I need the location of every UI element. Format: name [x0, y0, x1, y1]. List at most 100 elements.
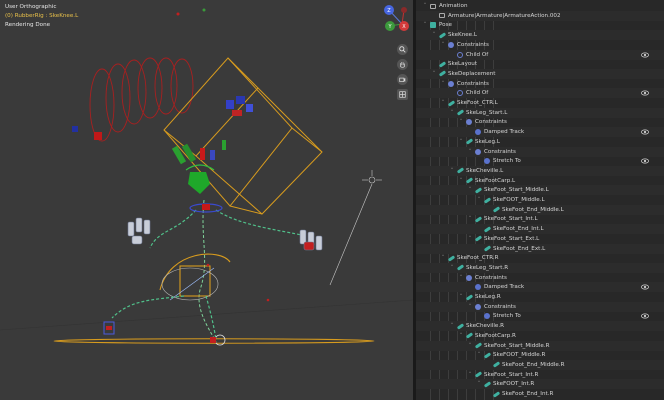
- outliner-row[interactable]: Damped Track: [416, 127, 664, 138]
- visibility-eye-icon[interactable]: [641, 51, 649, 59]
- expand-toggle-icon[interactable]: ˅: [476, 381, 482, 387]
- visibility-eye-icon[interactable]: [641, 283, 649, 291]
- outliner-row[interactable]: SkeFoot_End_Int.L: [416, 224, 664, 235]
- outliner-row[interactable]: SkeFoot_End_Ext.L: [416, 243, 664, 254]
- outliner-row-label: SkeFoot_Start_Int.R: [484, 371, 539, 378]
- axis-gizmo[interactable]: Z Y X: [384, 5, 409, 31]
- outliner-row[interactable]: ˅ SkeFoot_CTR.L: [416, 98, 664, 108]
- expand-toggle-icon[interactable]: ˅: [422, 3, 428, 9]
- expand-toggle-icon[interactable]: ˅: [431, 32, 437, 38]
- outliner-row[interactable]: SkeFoot_End_Int.R: [416, 389, 664, 399]
- expand-toggle-icon[interactable]: ˅: [458, 119, 464, 125]
- outliner-row[interactable]: ˅ SkeFoot_Start_Middle.L: [416, 185, 664, 196]
- expand-toggle-icon[interactable]: ˅: [449, 168, 455, 174]
- outliner-row[interactable]: ˅ Constraints: [416, 117, 664, 127]
- viewport-mode-label: User Orthographic: [5, 4, 57, 10]
- outliner-row[interactable]: Child Of: [416, 49, 664, 60]
- visibility-eye-icon[interactable]: [641, 312, 649, 320]
- outliner-row[interactable]: ˅ SkeFOOT_Middle.L: [416, 195, 664, 205]
- outliner-row[interactable]: ˅ Constraints: [416, 273, 664, 283]
- camera-icon[interactable]: [397, 74, 408, 85]
- expand-toggle-icon[interactable]: ˅: [467, 149, 473, 155]
- expand-toggle-icon[interactable]: ˅: [431, 71, 437, 77]
- outliner-row[interactable]: ˅ SkeFOOT_Middle.R: [416, 350, 664, 360]
- expand-toggle-icon[interactable]: ˅: [449, 323, 455, 329]
- outliner-row-label: Stretch To: [493, 158, 521, 165]
- expand-toggle-icon[interactable]: ˅: [458, 178, 464, 184]
- hand-pan-icon[interactable]: [397, 59, 408, 70]
- expand-toggle-icon[interactable]: ˅: [440, 100, 446, 106]
- expand-toggle-icon[interactable]: ˅: [467, 372, 473, 378]
- outliner-row[interactable]: ˅ SkeFoot_Start_Ext.L: [416, 234, 664, 244]
- outliner-row[interactable]: ˅ SkeFoot_Start_Int.L: [416, 214, 664, 224]
- outliner-row[interactable]: ˅ SkeKnee.L: [416, 30, 664, 41]
- expand-toggle-icon[interactable]: ˅: [467, 187, 473, 193]
- outliner-row[interactable]: ˅ Constraints: [416, 79, 664, 89]
- expand-toggle-icon[interactable]: ˅: [458, 275, 464, 281]
- grid-view-icon[interactable]: [397, 89, 408, 100]
- expand-toggle-icon[interactable]: ˅: [476, 352, 482, 358]
- pelvis-control[interactable]: [159, 253, 231, 301]
- outliner-row[interactable]: ˅ SkeFoot_Start_Int.R: [416, 370, 664, 380]
- expand-toggle-icon[interactable]: ˅: [467, 216, 473, 222]
- visibility-eye-icon[interactable]: [641, 157, 649, 165]
- expand-toggle-icon[interactable]: ˅: [467, 343, 473, 349]
- outliner-row[interactable]: Damped Track: [416, 282, 664, 293]
- selected-cube[interactable]: [163, 57, 323, 215]
- outliner-row[interactable]: ˅ Constraints: [416, 40, 664, 50]
- red-spiral-circles: [89, 57, 194, 142]
- outliner-row[interactable]: Stretch To: [416, 311, 664, 321]
- outliner-row-label: SkeFoot_Start_Middle.R: [484, 342, 550, 349]
- 3d-viewport[interactable]: Z Y X User Orthographic (0) RubberRig : …: [0, 0, 413, 400]
- viewport-scene[interactable]: Z Y X: [0, 0, 413, 400]
- outliner-row[interactable]: Child Of: [416, 88, 664, 99]
- zoom-icon[interactable]: [397, 44, 408, 55]
- expand-toggle-icon[interactable]: ˅: [458, 294, 464, 300]
- outliner-row[interactable]: ˅ Pose: [416, 20, 664, 30]
- outliner-row[interactable]: SkeLayout: [416, 59, 664, 69]
- expand-toggle-icon[interactable]: ˅: [467, 236, 473, 242]
- outliner-row-label: Constraints: [457, 41, 489, 48]
- outliner-row[interactable]: Armature|Armature|ArmatureAction.002: [416, 10, 664, 21]
- outliner-row[interactable]: SkeFoot_End_Middle.R: [416, 359, 664, 370]
- expand-toggle-icon[interactable]: ˅: [422, 22, 428, 28]
- outliner-row[interactable]: ˅ SkeLeg_Start.R: [416, 262, 664, 273]
- outliner-row[interactable]: ˅ Constraints: [416, 301, 664, 312]
- outliner-row[interactable]: ˅ SkeFoot_Start_Middle.R: [416, 340, 664, 351]
- outliner-row-label: SkeFoot_CTR.L: [457, 100, 498, 106]
- expand-toggle-icon[interactable]: ˅: [467, 304, 473, 310]
- expand-toggle-icon[interactable]: ˅: [449, 110, 455, 116]
- expand-toggle-icon[interactable]: ˅: [458, 139, 464, 145]
- outliner-row[interactable]: ˅ SkeCheville.L: [416, 165, 664, 176]
- outliner-row[interactable]: ˅ Animation: [416, 1, 664, 11]
- outliner-row[interactable]: ˅ SkeLeg.L: [416, 137, 664, 147]
- expand-toggle-icon[interactable]: ˅: [449, 265, 455, 271]
- visibility-eye-icon[interactable]: [641, 128, 649, 136]
- active-object-label: (0) RubberRig : SkeKnee.L: [5, 13, 79, 19]
- outliner-row[interactable]: ˅ Constraints: [416, 146, 664, 157]
- gizmo-neg-x[interactable]: [401, 7, 407, 13]
- expand-toggle-icon[interactable]: ˅: [440, 42, 446, 48]
- outliner-row-label: SkeFoot_End_Int.L: [493, 226, 544, 233]
- outliner-row[interactable]: ˅ SkeFootCarp.L: [416, 176, 664, 186]
- expand-toggle-icon[interactable]: ˅: [458, 333, 464, 339]
- outliner-row[interactable]: SkeFoot_End_Middle.L: [416, 204, 664, 215]
- outliner-row-label: Damped Track: [484, 284, 525, 291]
- outliner-row[interactable]: ˅ SkeCheville.R: [416, 321, 664, 332]
- outliner-row[interactable]: ˅ SkeFoot_CTR.R: [416, 253, 664, 263]
- outliner-row[interactable]: ˅ SkeLeg_Start.L: [416, 107, 664, 118]
- outliner-row[interactable]: ˅ SkeFOOT_Int.R: [416, 379, 664, 390]
- left-hand: [127, 217, 151, 245]
- render-status-label: Rendering Done: [5, 22, 51, 28]
- outliner-panel[interactable]: ˅ Animation Armature|Armature|ArmatureActi…: [416, 0, 664, 400]
- expand-toggle-icon[interactable]: ˅: [440, 255, 446, 261]
- outliner-row[interactable]: ˅ SkeFootCarp.R: [416, 331, 664, 341]
- expand-toggle-icon[interactable]: ˅: [440, 81, 446, 87]
- bone-icon: [456, 109, 464, 116]
- outliner-row[interactable]: Stretch To: [416, 156, 664, 166]
- outliner-row[interactable]: ˅ SkeDeplacement: [416, 68, 664, 79]
- bone-icon: [492, 390, 500, 398]
- visibility-eye-icon[interactable]: [641, 89, 649, 97]
- expand-toggle-icon[interactable]: ˅: [476, 197, 482, 203]
- outliner-row[interactable]: ˅ SkeLeg.R: [416, 292, 664, 302]
